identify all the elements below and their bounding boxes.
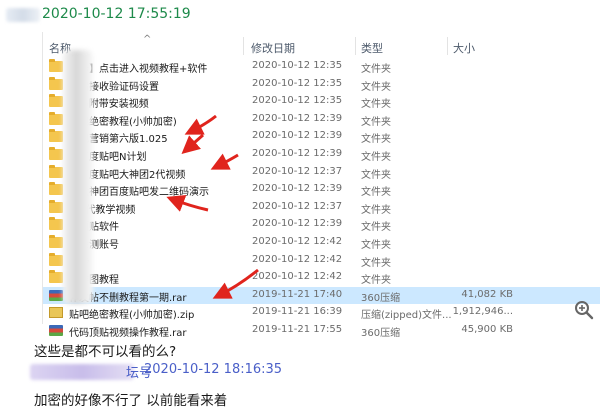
- sort-ascending-icon: ^: [143, 34, 152, 45]
- file-date: 2020-10-12 12:39: [252, 183, 343, 195]
- file-row[interactable]: 操作图教程 2020-10-12 12:42 文件夹: [43, 269, 600, 287]
- message-timestamp: 2020-10-12 18:16:35: [144, 362, 283, 377]
- folder-icon: [49, 199, 63, 213]
- file-row[interactable]: 行榜2020-10-12 12:42文件夹: [43, 252, 600, 270]
- message-timestamp: 2020-10-12 17:55:19: [42, 6, 191, 22]
- folder-icon: [49, 111, 63, 125]
- file-row[interactable]: 贴吧营销第六版1.025 2020-10-12 12:39 文件夹: [43, 128, 600, 146]
- file-type: 文件夹: [361, 275, 391, 287]
- file-date: 2020-10-12 12:39: [252, 130, 343, 142]
- folder-icon: [49, 94, 63, 108]
- file-type: 文件夹: [361, 187, 391, 199]
- file-row[interactable]: 神器】点击进入视频教程+软件 2020-10-12 12:35 文件夹: [43, 58, 600, 76]
- file-type: 360压缩: [361, 292, 401, 304]
- file-row[interactable]: 阳精接收验证码设置 2020-10-12 12:35 文件夹: [43, 76, 600, 94]
- file-date: 2020-10-12 12:35: [252, 95, 343, 107]
- folder-icon: [49, 270, 63, 284]
- file-date: 2020-10-12 12:39: [252, 218, 343, 230]
- file-date: 2019-11-21 17:55: [252, 323, 343, 335]
- folder-icon: [49, 164, 63, 178]
- file-date: 2020-10-12 12:42: [252, 253, 343, 265]
- file-type: 文件夹: [361, 81, 391, 93]
- blurred-sender-name: [30, 364, 134, 380]
- file-type: 文件夹: [361, 257, 391, 269]
- file-type: 文件夹: [361, 116, 391, 128]
- file-type: 文件夹: [361, 99, 391, 111]
- file-date: 2020-10-12 12:42: [252, 271, 343, 283]
- column-header-type[interactable]: 类型: [361, 40, 383, 56]
- file-explorer-screenshot: ^ 名称 修改日期 类型 大小 神器】点击进入视频教程+软件 2020-10-12…: [42, 32, 600, 339]
- file-type: 文件夹: [361, 151, 391, 163]
- file-type: 文件夹: [361, 134, 391, 146]
- message-text: 加密的好像不行了 以前能看来着: [34, 393, 228, 409]
- censor-blur: [63, 50, 93, 304]
- file-list: 神器】点击进入视频教程+软件 2020-10-12 12:35 文件夹 阳精接收验证码…: [43, 58, 600, 340]
- file-row[interactable]: 校3代教学视频 2020-10-12 12:37 文件夹: [43, 199, 600, 217]
- archive-icon: [49, 289, 63, 301]
- column-divider: [243, 37, 244, 55]
- file-size: 1,912,946...: [452, 306, 513, 318]
- file-type: 文件夹: [361, 222, 391, 234]
- file-name: 代码顶贴视频操作教程.rar: [69, 327, 187, 339]
- file-date: 2020-10-12 12:35: [252, 77, 343, 89]
- file-size: 45,900 KB: [461, 323, 513, 335]
- column-divider: [447, 37, 448, 55]
- file-row[interactable]: 队百度贴吧N计划 2020-10-12 12:39 文件夹: [43, 146, 600, 164]
- blurred-sender-name: [6, 8, 40, 22]
- file-type: 压缩(zipped)文件...: [361, 310, 452, 322]
- file-row[interactable]: 队大神团百度贴吧发二维码演示 2020-10-12 12:39 文件夹: [43, 181, 600, 199]
- file-row[interactable]: 贴吧绝密教程(小帅加密).zip 2019-11-21 16:39 压缩(zippe…: [43, 304, 600, 322]
- folder-icon: [49, 217, 63, 231]
- folder-icon: [49, 129, 63, 143]
- file-row[interactable]: 代码顶贴视频操作教程.rar 2019-11-21 17:55 360压缩 45,90…: [43, 322, 600, 340]
- file-date: 2020-10-12 12:37: [252, 165, 343, 177]
- folder-icon: [49, 146, 63, 160]
- archive-icon: [49, 324, 63, 336]
- column-header-size[interactable]: 大小: [453, 40, 475, 56]
- file-row[interactable]: 贴吧绝密教程(小帅加密) 2020-10-12 12:39 文件夹: [43, 111, 600, 129]
- file-date: 2020-10-12 12:37: [252, 200, 343, 212]
- zip-icon: [49, 307, 63, 319]
- file-type: 文件夹: [361, 169, 391, 181]
- file-type: 360压缩: [361, 327, 401, 339]
- folder-icon: [49, 252, 63, 266]
- file-type: 文件夹: [361, 239, 391, 251]
- message-text: 这些是都不可以看的么?: [34, 344, 177, 360]
- file-row[interactable]: 防检测账号 2020-10-12 12:42 文件夹: [43, 234, 600, 252]
- column-divider: [355, 37, 356, 55]
- file-date: 2020-10-12 12:39: [252, 147, 343, 159]
- file-row[interactable]: 作发帖不删教程第一期.rar 2019-11-21 17:40 360压缩 41,08…: [43, 286, 600, 305]
- file-date: 2019-11-21 16:39: [252, 306, 343, 318]
- file-row[interactable]: CS6附带安装视频 2020-10-12 12:35 文件夹: [43, 93, 600, 111]
- folder-icon: [49, 234, 63, 248]
- file-size: 41,082 KB: [461, 288, 513, 300]
- zoom-in-icon[interactable]: [574, 300, 594, 320]
- folder-icon: [49, 182, 63, 196]
- folder-icon: [49, 76, 63, 90]
- file-date: 2020-10-12 12:35: [252, 60, 343, 71]
- message-header: 2020-10-12 17:55:19: [0, 4, 600, 26]
- file-date: 2019-11-21 17:40: [252, 288, 343, 300]
- file-row[interactable]: 贴顶贴软件 2020-10-12 12:39 文件夹: [43, 216, 600, 234]
- file-date: 2020-10-12 12:42: [252, 235, 343, 247]
- file-type: 文件夹: [361, 64, 391, 75]
- file-date: 2020-10-12 12:39: [252, 112, 343, 124]
- file-name: 贴吧绝密教程(小帅加密).zip: [69, 310, 195, 322]
- folder-icon: [49, 59, 63, 72]
- file-row[interactable]: 队百度贴吧大神团2代视频 2020-10-12 12:37 文件夹: [43, 164, 600, 182]
- column-header-date[interactable]: 修改日期: [251, 40, 295, 56]
- file-type: 文件夹: [361, 204, 391, 216]
